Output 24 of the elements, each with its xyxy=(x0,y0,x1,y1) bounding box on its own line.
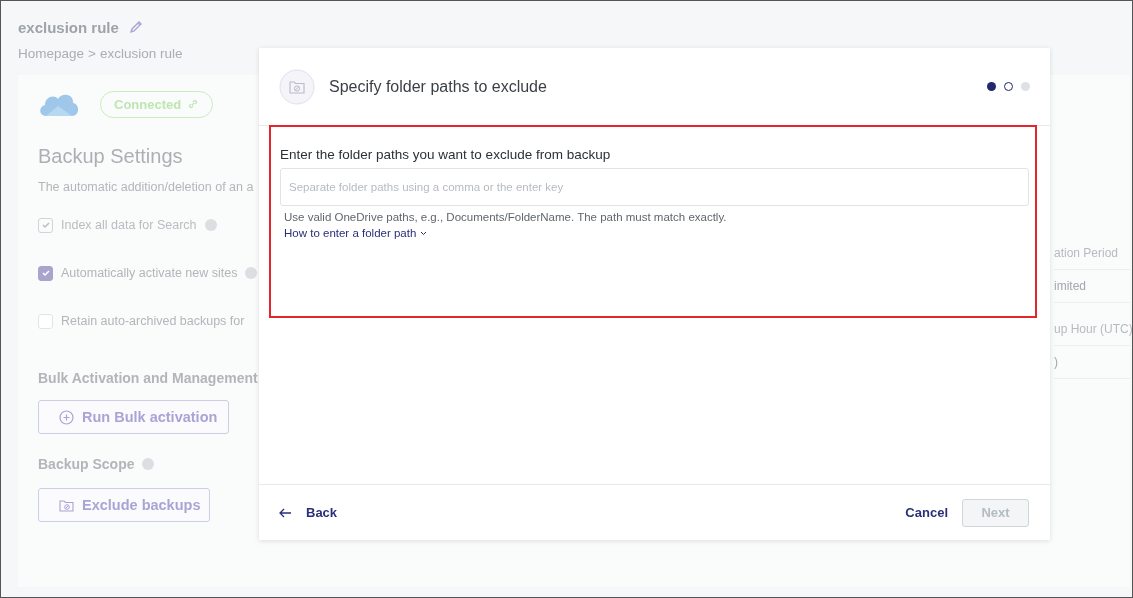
breadcrumb-link[interactable]: Homepage xyxy=(18,45,85,61)
option-label: Retain auto-archived backups for xyxy=(61,314,245,328)
page-title: exclusion rule xyxy=(18,18,119,36)
cancel-button[interactable]: Cancel xyxy=(905,505,948,520)
breadcrumb-separator: > xyxy=(88,45,96,61)
section-heading: Bulk Activation and Management xyxy=(38,370,259,386)
option-label: Automatically activate new sites xyxy=(61,266,238,280)
dialog-title: Specify folder paths to exclude xyxy=(329,77,548,96)
section-heading: Backup Settings xyxy=(38,145,183,168)
field-value: imited xyxy=(1054,270,1130,303)
section-description: The automatic addition/deletion of an a xyxy=(38,180,254,194)
field-label: Enter the folder paths you want to exclude from backup xyxy=(280,147,612,162)
folder-paths-input[interactable]: Separate folder paths using a comma or the enter key xyxy=(280,168,1029,206)
help-link[interactable]: How to enter a folder path xyxy=(284,227,428,239)
field-hint: Use valid OneDrive paths, e.g., Documents/FolderName. The path must match exactly. xyxy=(283,211,728,223)
run-bulk-activation-button[interactable]: Run Bulk activation xyxy=(38,400,229,434)
option-label: Index all data for Search xyxy=(61,218,197,232)
back-button[interactable]: Back xyxy=(279,505,338,520)
field-value: ) xyxy=(1054,346,1130,379)
section-heading: Backup Scope xyxy=(38,456,135,472)
field-label: ation Period xyxy=(1054,237,1130,270)
field-label: up Hour (UTC) xyxy=(1054,313,1130,346)
breadcrumb-link[interactable]: exclusion rule xyxy=(99,45,183,61)
exclude-backups-button[interactable]: Exclude backups xyxy=(38,488,210,522)
